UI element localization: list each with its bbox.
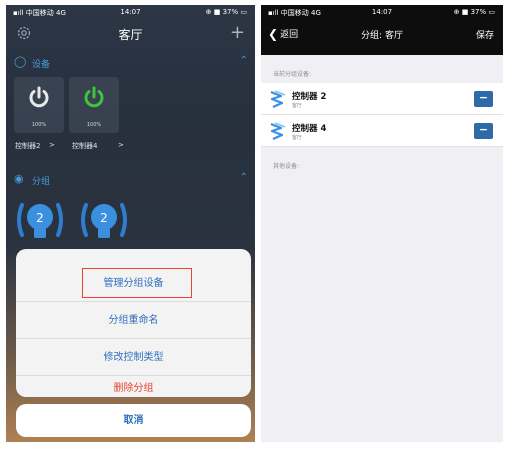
- delete-group-button[interactable]: 删除分组: [16, 370, 251, 397]
- bulb-outline-icon: ◯: [14, 55, 27, 68]
- device-percent: 100%: [31, 122, 47, 128]
- device-name: 控制器 2: [292, 92, 327, 102]
- remove-device-button[interactable]: −: [474, 123, 493, 139]
- remove-device-button[interactable]: −: [474, 91, 493, 107]
- page-title: 分组: 客厅: [361, 31, 403, 41]
- groups-section-label: 分组: [32, 177, 51, 187]
- other-devices-caption: 其他设备:: [273, 163, 300, 170]
- device-percent: 100%: [86, 122, 102, 128]
- device-label-2[interactable]: 控制器4: [72, 141, 97, 151]
- controller-logo-icon: [270, 90, 286, 109]
- chevron-up-icon[interactable]: ⌃: [240, 172, 248, 183]
- right-screen: ▪ıll 中国移动 4G 14:07 ⊕ ■ 37% ▭ ❮ 返回 分组: 客厅 …: [261, 5, 503, 442]
- left-screen: ▪ıll 中国移动 4G 14:07 ⊕ ■ 37% ▭ 客厅 + ◯ 设备 ⌃…: [6, 5, 255, 442]
- list-item[interactable]: 控制器 4 客厅 −: [261, 115, 503, 147]
- chevron-right-icon[interactable]: >: [49, 141, 55, 149]
- status-bar: ▪ıll 中国移动 4G 14:07 ⊕ ■ 37% ▭: [261, 5, 503, 19]
- page-title: 客厅: [118, 28, 143, 42]
- network-icon: ◉: [14, 172, 24, 185]
- nav-bar: 客厅 +: [6, 19, 255, 49]
- chevron-up-icon[interactable]: ⌃: [240, 55, 248, 66]
- devices-section-header[interactable]: ◯ 设备 ⌃: [14, 53, 248, 73]
- current-devices-caption: 当前分组设备:: [273, 71, 312, 78]
- device-room: 客厅: [292, 135, 303, 141]
- chevron-right-icon[interactable]: >: [118, 141, 124, 149]
- group-badge: 2: [36, 211, 44, 225]
- nav-bar: ▪ıll 中国移动 4G 14:07 ⊕ ■ 37% ▭ ❮ 返回 分组: 客厅 …: [261, 5, 503, 55]
- battery: ⊕ ■ 37% ▭: [205, 8, 247, 16]
- power-off-icon[interactable]: [27, 85, 51, 109]
- battery: ⊕ ■ 37% ▭: [453, 8, 495, 16]
- rename-group-button[interactable]: 分组重命名: [16, 302, 251, 339]
- device-label-1[interactable]: 控制器2: [15, 141, 40, 151]
- power-on-icon[interactable]: [82, 85, 106, 109]
- controller-logo-icon: [270, 122, 286, 141]
- device-tile-1[interactable]: 100%: [14, 77, 64, 133]
- group-bulb-icon[interactable]: 2: [78, 195, 130, 245]
- list-item[interactable]: 控制器 2 客厅 −: [261, 83, 503, 115]
- action-sheet: 管理分组设备 分组重命名 修改控制类型 删除分组: [16, 249, 251, 397]
- add-icon[interactable]: +: [230, 22, 245, 43]
- group-badge: 2: [100, 211, 108, 225]
- devices-section-label: 设备: [32, 60, 51, 70]
- status-bar: ▪ıll 中国移动 4G 14:07 ⊕ ■ 37% ▭: [6, 5, 255, 19]
- groups-section-header[interactable]: ◉ 分组 ⌃: [14, 170, 248, 190]
- save-button[interactable]: 保存: [476, 28, 494, 41]
- cancel-button[interactable]: 取消: [16, 404, 251, 437]
- group-bulb-icon[interactable]: 2: [14, 195, 66, 245]
- device-name: 控制器 4: [292, 124, 327, 134]
- device-tile-2[interactable]: 100%: [69, 77, 119, 133]
- device-room: 客厅: [292, 103, 303, 109]
- highlight-box: [82, 268, 192, 298]
